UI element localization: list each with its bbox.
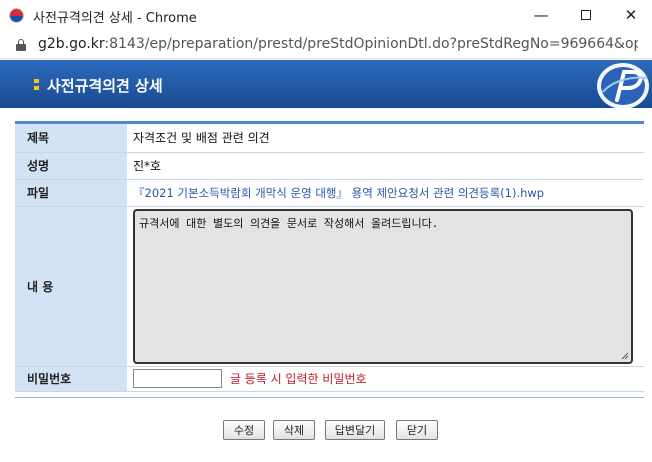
url-host: g2b.go.kr xyxy=(38,36,105,52)
window-titlebar: 사전규격의견 상세 - Chrome — ✕ xyxy=(0,0,652,30)
content-text: 규격서에 대한 별도의 의견을 문서로 작성해서 올려드립니다. xyxy=(139,216,439,230)
form-bottom-rule xyxy=(15,397,644,398)
left-window-edge xyxy=(0,108,6,462)
content-cell: 규격서에 대한 별도의 의견을 문서로 작성해서 올려드립니다. xyxy=(127,206,644,367)
content-textarea[interactable]: 규격서에 대한 별도의 의견을 문서로 작성해서 올려드립니다. xyxy=(133,208,633,364)
author-label: 성명 xyxy=(15,152,127,180)
delete-button[interactable]: 삭제 xyxy=(273,420,315,440)
window-title: 사전규격의견 상세 - Chrome xyxy=(33,11,197,26)
password-input[interactable] xyxy=(133,369,222,388)
edit-button[interactable]: 수정 xyxy=(223,420,265,440)
close-window-button[interactable]: ✕ xyxy=(609,0,652,30)
reply-button[interactable]: 답변달기 xyxy=(325,420,385,440)
file-cell: 『2021 기본소득박람회 개막식 운영 대행』 용역 제안요청서 관련 의견등… xyxy=(127,179,644,207)
password-cell: 글 등록 시 입력한 비밀번호 xyxy=(127,366,644,392)
url-path: :8143/ep/preparation/prestd/preStdOpinio… xyxy=(104,36,638,52)
close-button[interactable]: 닫기 xyxy=(396,420,438,440)
title-label: 제목 xyxy=(15,124,127,153)
minimize-button[interactable]: — xyxy=(519,0,563,30)
row-title: 제목 자격조건 및 배점 관련 의견 xyxy=(15,124,644,153)
lock-icon xyxy=(16,39,26,51)
opinion-detail-form: 제목 자격조건 및 배점 관련 의견 성명 진*호 파일 『2021 기본소득박… xyxy=(15,121,644,392)
content-label: 내 용 xyxy=(15,206,127,367)
maximize-icon xyxy=(581,10,591,20)
author-value: 진*호 xyxy=(127,152,644,180)
detail-table: 제목 자격조건 및 배점 관련 의견 성명 진*호 파일 『2021 기본소득박… xyxy=(15,124,644,392)
row-author: 성명 진*호 xyxy=(15,152,644,180)
password-label: 비밀번호 xyxy=(15,366,127,392)
resize-grip-icon[interactable] xyxy=(620,351,629,360)
password-hint: 글 등록 시 입력한 비밀번호 xyxy=(229,372,367,386)
e-procurement-logo xyxy=(597,63,649,109)
page-title: 사전규격의견 상세 xyxy=(47,77,163,95)
row-content: 내 용 규격서에 대한 별도의 의견을 문서로 작성해서 올려드립니다. xyxy=(15,206,644,367)
row-file: 파일 『2021 기본소득박람회 개막식 운영 대행』 용역 제안요청서 관련 … xyxy=(15,179,644,207)
row-password: 비밀번호 글 등록 시 입력한 비밀번호 xyxy=(15,366,644,392)
taegeuk-app-icon xyxy=(9,8,24,23)
maximize-button[interactable] xyxy=(564,0,608,30)
title-bullet-icon xyxy=(34,79,39,90)
url-text[interactable]: g2b.go.kr:8143/ep/preparation/prestd/pre… xyxy=(38,36,638,52)
attachment-link[interactable]: 『2021 기본소득박람회 개막식 운영 대행』 용역 제안요청서 관련 의견등… xyxy=(133,186,544,200)
file-label: 파일 xyxy=(15,179,127,207)
title-value: 자격조건 및 배점 관련 의견 xyxy=(127,124,644,153)
address-bar[interactable]: g2b.go.kr:8143/ep/preparation/prestd/pre… xyxy=(0,30,652,59)
